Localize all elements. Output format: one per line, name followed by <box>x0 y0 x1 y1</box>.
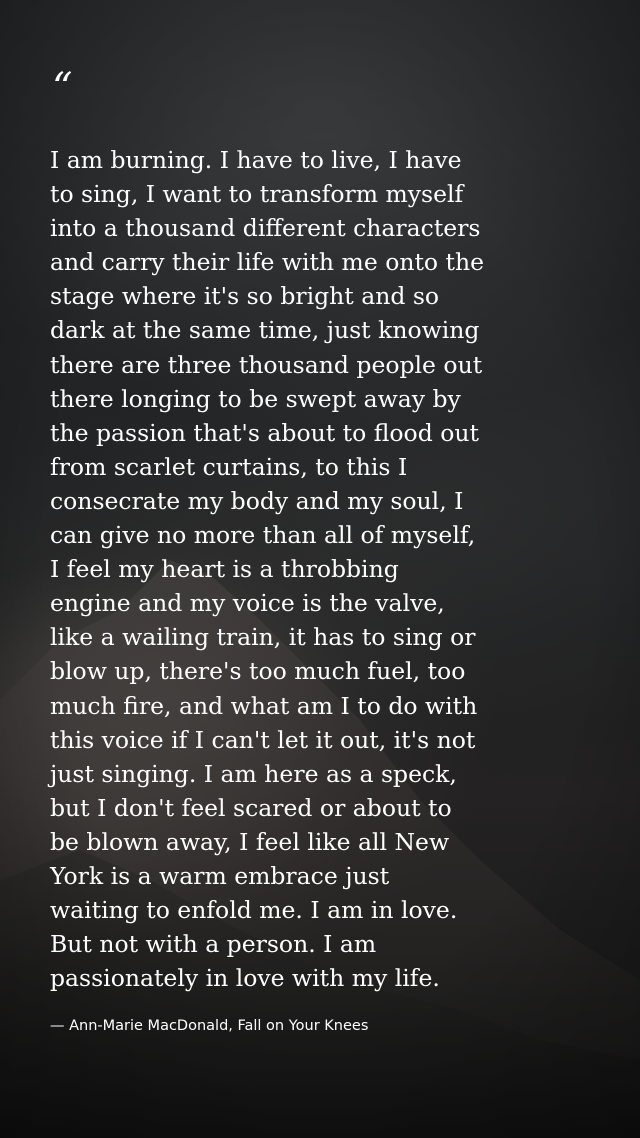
quote-text: I am burning. I have to live, I have to … <box>50 146 485 993</box>
quote-card: “ I am burning. I have to live, I have t… <box>0 0 640 1138</box>
quote-attribution: — Ann-Marie MacDonald, Fall on Your Knee… <box>50 1018 369 1034</box>
quote-mark-icon: “ <box>52 65 73 111</box>
